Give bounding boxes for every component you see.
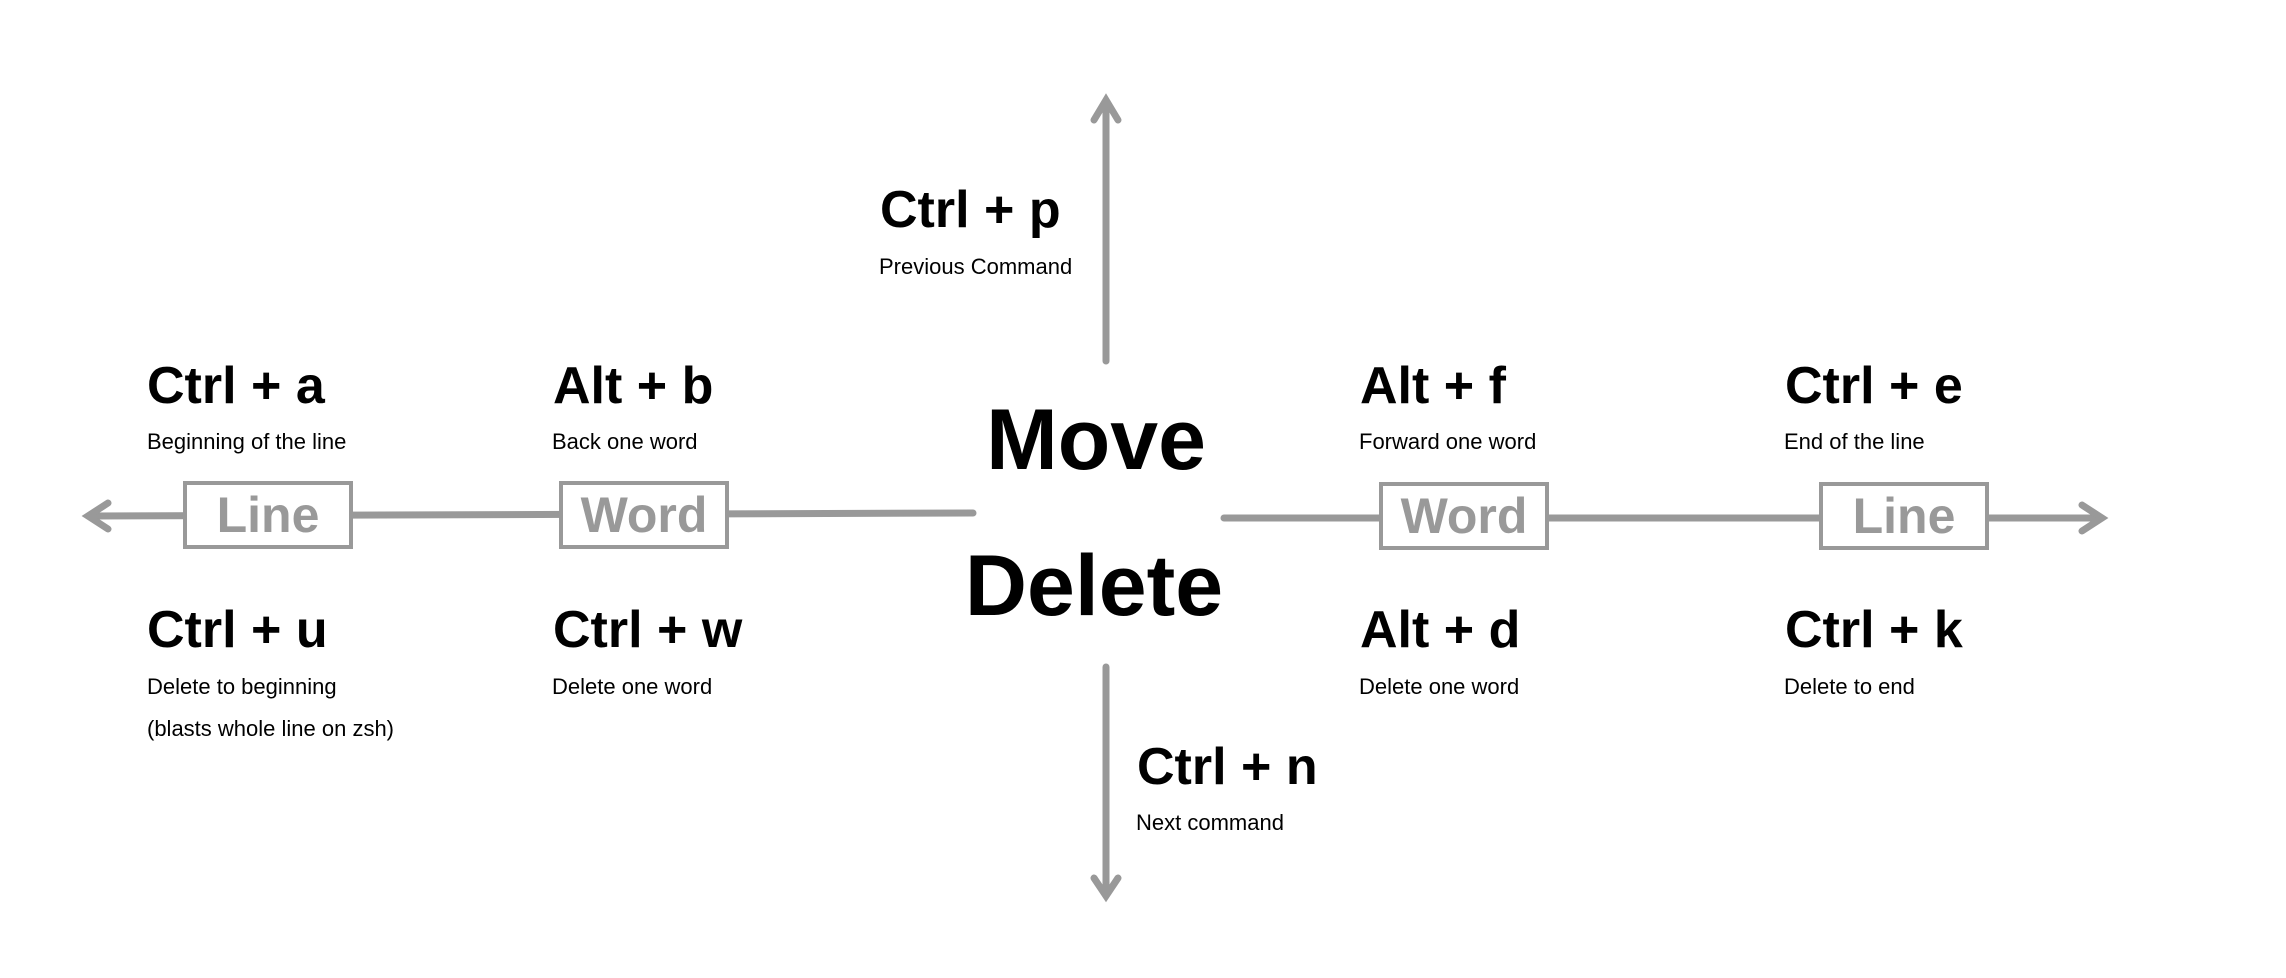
left-word-box: Word bbox=[559, 481, 729, 549]
key-delete-to-end: Ctrl + k bbox=[1785, 601, 1963, 659]
key-beginning-of-line: Ctrl + a bbox=[147, 357, 325, 415]
desc-next-command: Next command bbox=[1136, 810, 1284, 835]
key-back-one-word: Alt + b bbox=[553, 357, 714, 415]
desc-end-of-line: End of the line bbox=[1784, 429, 1925, 454]
key-forward-one-word: Alt + f bbox=[1360, 357, 1506, 415]
desc-beginning-of-line: Beginning of the line bbox=[147, 429, 347, 454]
right-line-box: Line bbox=[1819, 482, 1989, 550]
key-next-command: Ctrl + n bbox=[1137, 738, 1318, 796]
note-zsh: (blasts whole line on zsh) bbox=[147, 716, 395, 741]
key-delete-word-forward: Alt + d bbox=[1360, 601, 1521, 659]
desc-back-one-word: Back one word bbox=[552, 429, 698, 454]
delete-label: Delete bbox=[964, 538, 1224, 634]
key-delete-word-back: Ctrl + w bbox=[553, 601, 743, 659]
desc-forward-one-word: Forward one word bbox=[1359, 429, 1537, 454]
left-line-box: Line bbox=[183, 481, 353, 549]
desc-delete-word-forward: Delete one word bbox=[1359, 674, 1520, 699]
desc-delete-to-beginning: Delete to beginning bbox=[147, 674, 337, 699]
desc-previous-command: Previous Command bbox=[879, 254, 1073, 279]
desc-delete-to-end: Delete to end bbox=[1784, 674, 1915, 699]
key-end-of-line: Ctrl + e bbox=[1785, 357, 1963, 415]
key-delete-to-beginning: Ctrl + u bbox=[147, 601, 328, 659]
key-previous-command: Ctrl + p bbox=[880, 181, 1061, 239]
desc-delete-word-back: Delete one word bbox=[552, 674, 713, 699]
move-label: Move bbox=[986, 392, 1206, 488]
right-word-box: Word bbox=[1379, 482, 1549, 550]
